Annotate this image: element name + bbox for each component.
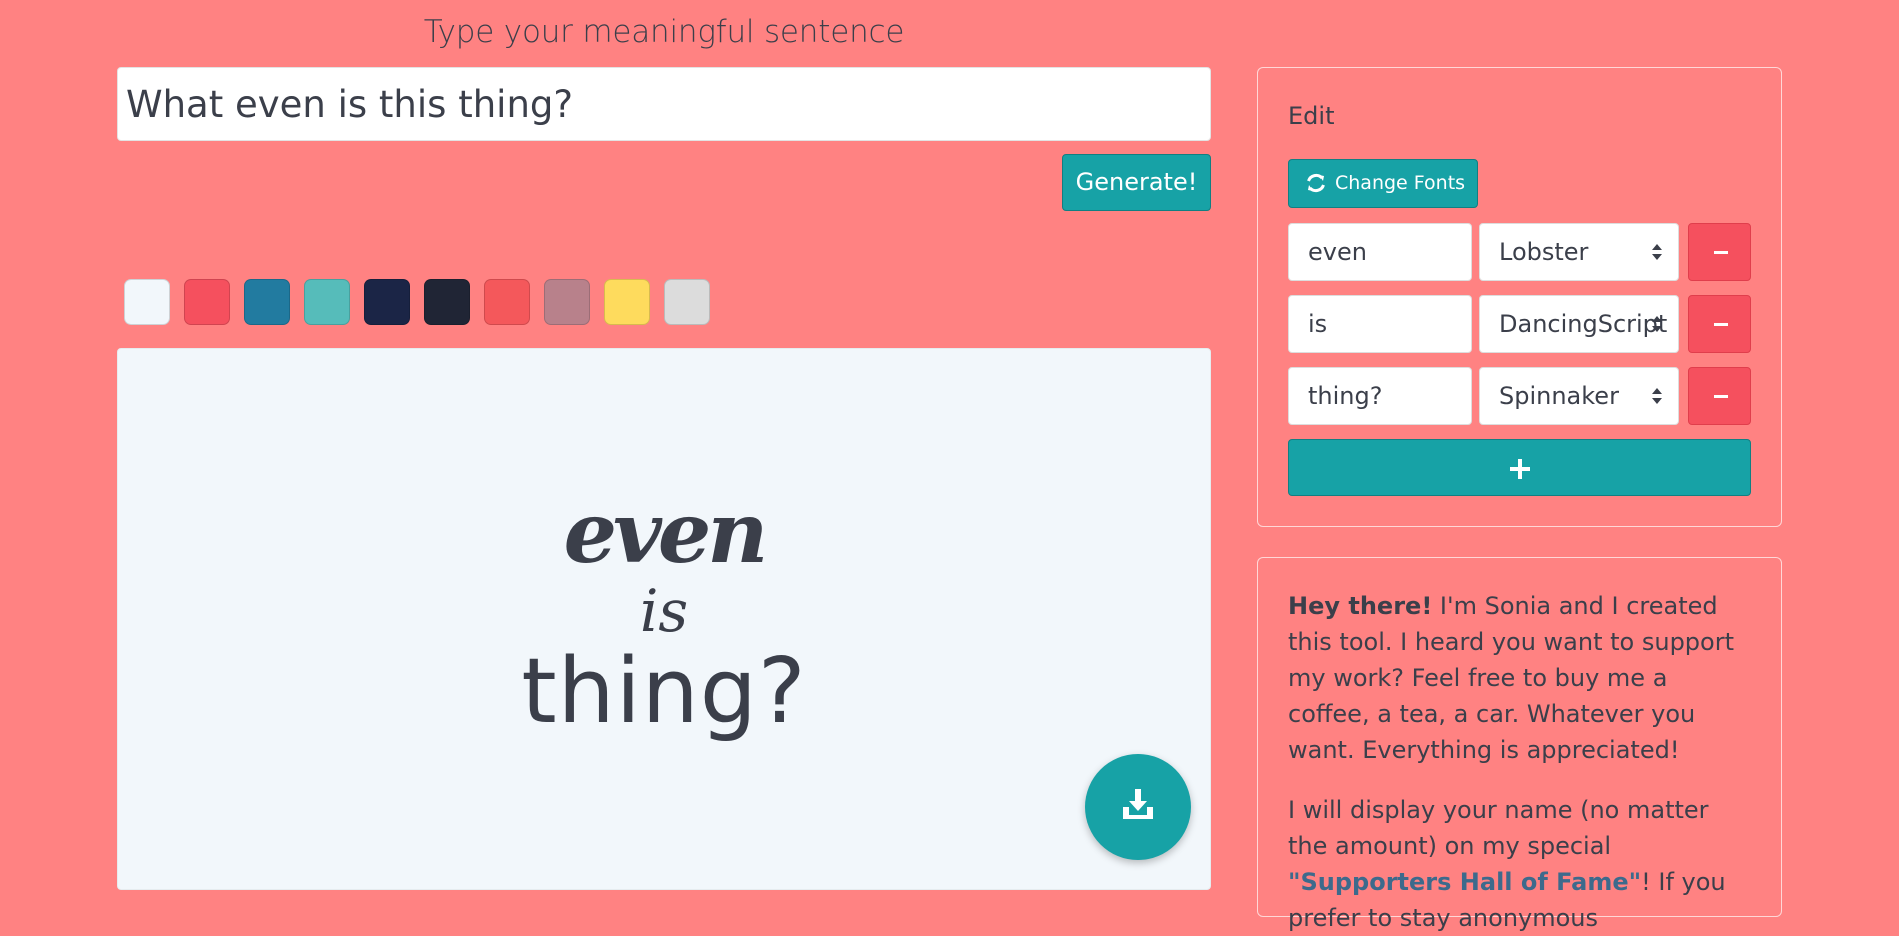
preview-word-even: even	[563, 483, 769, 582]
preview-word-is: is	[639, 577, 689, 645]
plus-icon	[1510, 459, 1530, 479]
add-word-button[interactable]	[1288, 439, 1751, 496]
remove-word-button[interactable]	[1688, 223, 1751, 281]
font-select[interactable]: Lobster	[1479, 223, 1679, 281]
word-input[interactable]: even	[1288, 223, 1472, 281]
color-swatch-1[interactable]	[124, 279, 170, 325]
support-panel: Hey there! I'm Sonia and I created this …	[1257, 557, 1782, 932]
select-arrows-icon	[1652, 244, 1662, 260]
download-button[interactable]	[1085, 754, 1191, 860]
color-swatch-8[interactable]	[544, 279, 590, 325]
download-icon	[1123, 789, 1153, 819]
color-swatch-3[interactable]	[244, 279, 290, 325]
hall-of-fame-link[interactable]: "Supporters Hall of Fame"	[1288, 868, 1641, 896]
color-swatch-6[interactable]	[424, 279, 470, 325]
preview-word-thing: thing?	[521, 639, 807, 744]
color-swatch-5[interactable]	[364, 279, 410, 325]
support-intro: Hey there! I'm Sonia and I created this …	[1288, 588, 1754, 768]
preview-canvas: even is thing?	[117, 348, 1211, 890]
change-fonts-button[interactable]: Change Fonts	[1288, 159, 1478, 208]
color-swatch-7[interactable]	[484, 279, 530, 325]
font-select-value: Lobster	[1499, 238, 1589, 266]
color-swatch-10[interactable]	[664, 279, 710, 325]
font-select-value: Spinnaker	[1499, 382, 1619, 410]
remove-word-button[interactable]	[1688, 367, 1751, 425]
word-row: thing? Spinnaker	[1288, 367, 1753, 425]
remove-word-button[interactable]	[1688, 295, 1751, 353]
word-input[interactable]: thing?	[1288, 367, 1472, 425]
font-select[interactable]: DancingScript	[1479, 295, 1679, 353]
select-arrows-icon	[1652, 388, 1662, 404]
change-fonts-label: Change Fonts	[1335, 172, 1466, 194]
refresh-icon	[1307, 173, 1325, 193]
sentence-input[interactable]	[117, 67, 1211, 141]
support-hall-of-fame: I will display your name (no matter the …	[1288, 792, 1754, 936]
page-heading: Type your meaningful sentence	[423, 14, 905, 50]
word-row: is DancingScript	[1288, 295, 1753, 353]
support-greeting: Hey there!	[1288, 592, 1433, 620]
color-swatch-9[interactable]	[604, 279, 650, 325]
support-text-2: I will display your name (no matter the …	[1288, 796, 1709, 860]
color-swatch-2[interactable]	[184, 279, 230, 325]
word-row: even Lobster	[1288, 223, 1753, 281]
font-select-value: DancingScript	[1499, 310, 1668, 338]
edit-panel: Edit Change Fonts even Lobster is Dancin…	[1257, 67, 1782, 527]
edit-title: Edit	[1288, 102, 1335, 130]
font-select[interactable]: Spinnaker	[1479, 367, 1679, 425]
color-swatch-4[interactable]	[304, 279, 350, 325]
select-arrows-icon	[1652, 316, 1662, 332]
generate-button[interactable]: Generate!	[1062, 154, 1211, 211]
word-input[interactable]: is	[1288, 295, 1472, 353]
